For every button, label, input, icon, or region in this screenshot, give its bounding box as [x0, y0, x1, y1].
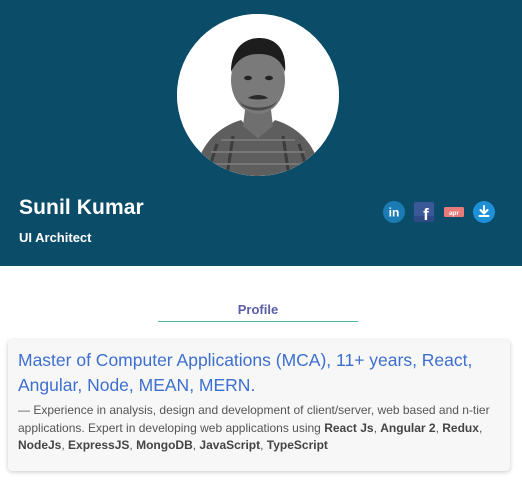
- linkedin-icon: in: [383, 201, 405, 223]
- avatar: [177, 14, 339, 176]
- profile-role: UI Architect: [19, 230, 92, 245]
- skill-separator: ,: [260, 438, 267, 452]
- summary-description: — Experience in analysis, design and dev…: [18, 402, 500, 455]
- avatar-photo: [177, 14, 339, 176]
- blog-icon: apr: [444, 207, 464, 217]
- facebook-icon: f: [414, 202, 434, 224]
- skill-item: ExpressJS: [68, 438, 130, 452]
- skill-item: Redux: [442, 420, 479, 435]
- download-icon: [473, 201, 495, 223]
- linkedin-link[interactable]: in: [383, 201, 405, 228]
- skill-item: Angular 2: [380, 420, 436, 435]
- section-title-profile: Profile: [237, 302, 279, 317]
- svg-text:f: f: [423, 205, 429, 223]
- section-divider: [158, 321, 358, 322]
- profile-name: Sunil Kumar: [19, 196, 144, 219]
- skill-item: React Js: [324, 420, 374, 435]
- blog-link[interactable]: apr: [443, 201, 465, 228]
- summary-headline: Master of Computer Applications (MCA), 1…: [18, 350, 473, 395]
- download-link[interactable]: [473, 201, 495, 228]
- skill-separator: ,: [478, 420, 483, 435]
- profile-header: Sunil Kumar UI Architect in f apr: [0, 0, 522, 266]
- skill-item: JavaScript: [199, 438, 261, 452]
- svg-text:in: in: [389, 206, 400, 220]
- skill-item: TypeScript: [266, 438, 328, 452]
- svg-text:apr: apr: [449, 210, 460, 217]
- facebook-link[interactable]: f: [413, 201, 435, 228]
- skill-item: NodeJs: [18, 438, 62, 452]
- skill-item: MongoDB: [136, 438, 193, 452]
- profile-summary-card: Master of Computer Applications (MCA), 1…: [8, 340, 510, 471]
